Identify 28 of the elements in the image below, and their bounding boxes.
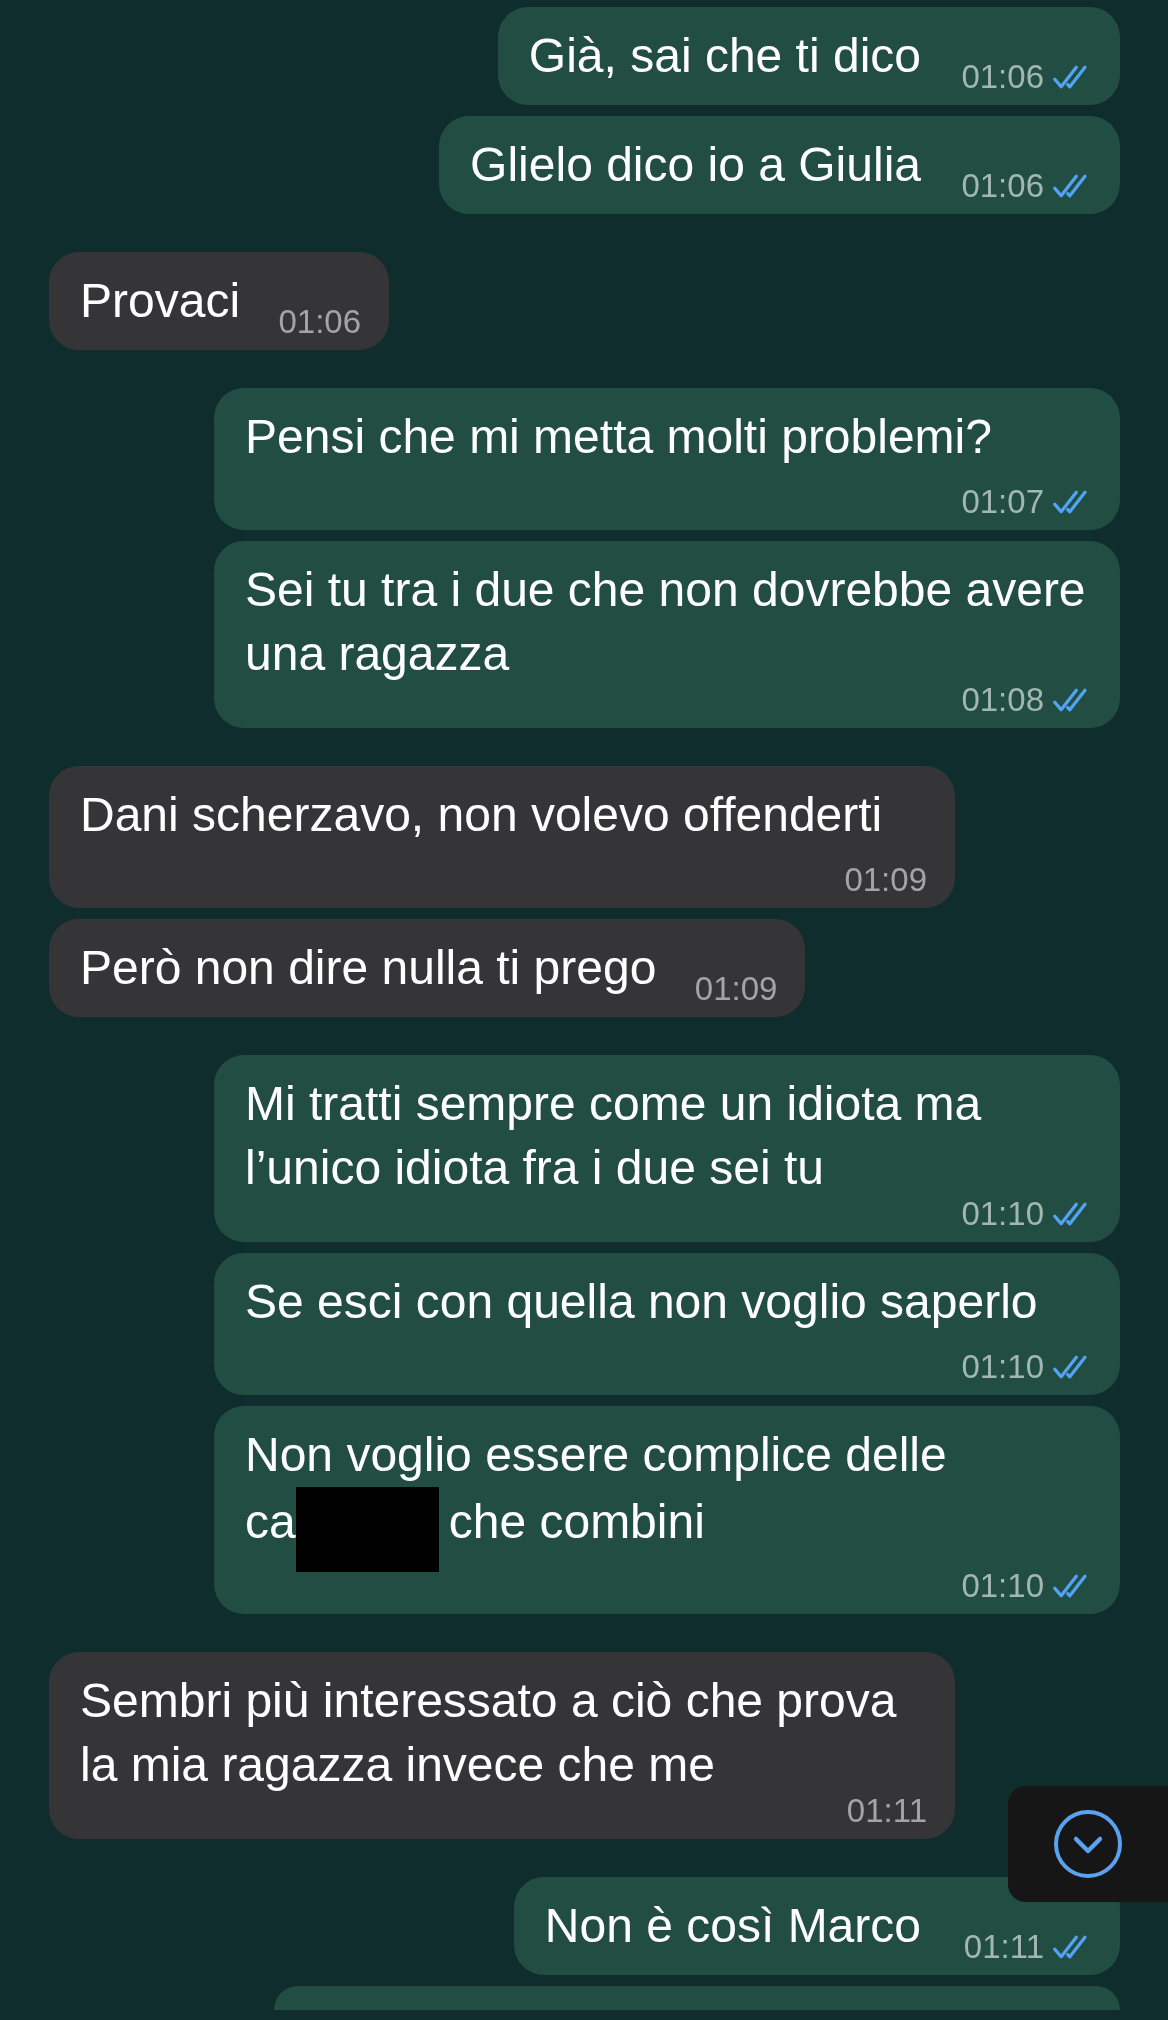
message-time: 01:07 [961,482,1044,522]
message-time: 01:06 [961,166,1044,206]
chevron-down-icon [1053,1809,1123,1879]
message-text: Non è così Marco [544,1899,921,1952]
message-text: Non voglio essere complice delle [245,1428,947,1481]
message-text: Mi tratti sempre come un idiota ma l’unico idiota fra i due sei tu [245,1077,982,1194]
message-text: Però non dire nulla ti prego [80,941,657,994]
message-text: ca [245,1495,296,1548]
message-text: Già, sai che ti dico [528,29,921,82]
message-time: 01:06 [278,302,362,342]
message-time: 01:09 [844,860,927,900]
scroll-down-button[interactable] [1008,1786,1168,1902]
message-time: 01:11 [846,1791,927,1831]
message-time: 01:10 [961,1194,1044,1234]
message-text: Dani scherzavo, non volevo offenderti [80,788,883,841]
message-time: 01:11 [963,1927,1044,1967]
message-text: che combini [448,1495,705,1548]
message-text: Provaci [80,274,241,327]
message-text: Sei tu tra i due che non dovrebbe avere una ragazza [245,563,1086,680]
message-time: 01:09 [694,969,778,1009]
message-text: Glielo dico io a Giulia [470,138,921,191]
message-text: Pensi che mi metta molti problemi? [245,410,992,463]
message-text: Sembri più interessato a ciò che prova la mia ragazza invece che me [80,1674,897,1791]
message-time: 01:08 [961,680,1044,720]
message-text: Se esci con quella non voglio saperlo [245,1275,1038,1328]
message-time: 01:06 [961,57,1044,97]
message-time: 01:10 [961,1566,1044,1606]
message-time: 01:10 [961,1347,1044,1387]
